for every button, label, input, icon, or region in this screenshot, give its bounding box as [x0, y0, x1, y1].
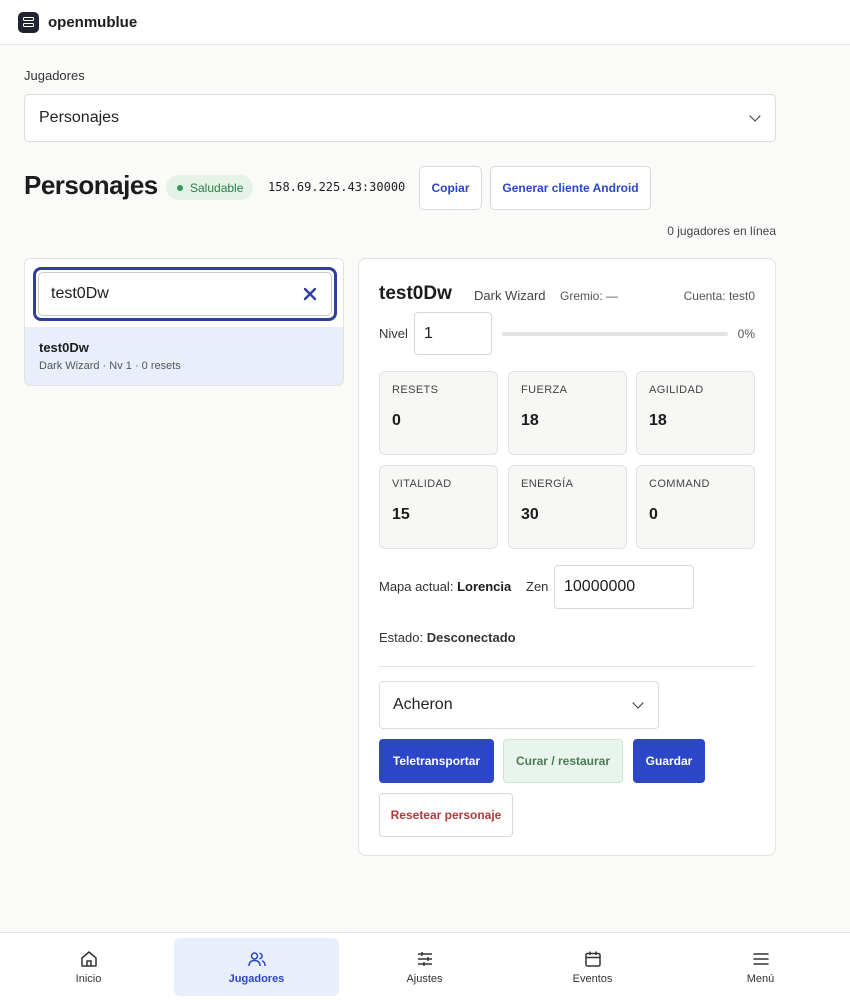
zen-label: Zen — [526, 579, 549, 594]
character-name: test0Dw — [379, 283, 452, 304]
stat-value: 15 — [392, 506, 410, 523]
stat-value: 0 — [392, 412, 401, 429]
users-icon — [247, 952, 266, 967]
character-guild: Gremio: — — [560, 289, 619, 303]
sliders-icon — [417, 952, 432, 966]
divider — [379, 666, 755, 667]
connection-state: Estado: Desconectado — [379, 630, 516, 645]
level-progress-text: 0% — [737, 327, 755, 341]
stat-card-agilidad: AGILIDAD 18 — [636, 371, 755, 455]
stat-label: AGILIDAD — [649, 384, 704, 396]
level-label: Nivel — [379, 326, 408, 341]
nav-item-jugadores[interactable]: Jugadores — [174, 938, 339, 996]
stat-value: 18 — [521, 412, 539, 429]
stat-value: 18 — [649, 412, 667, 429]
nav-item-inicio[interactable]: Inicio — [6, 938, 171, 996]
stat-card-resets: RESETS 0 — [379, 371, 498, 455]
home-icon — [80, 951, 97, 967]
status-dot-icon — [177, 184, 183, 191]
nav-label: Menú — [746, 973, 775, 985]
section-label: Jugadores — [24, 68, 85, 83]
server-address: 158.69.225.43:30000 — [268, 180, 406, 194]
character-detail-panel: test0Dw Dark Wizard Gremio: — Cuenta: te… — [358, 258, 776, 856]
menu-icon — [752, 953, 769, 965]
nav-item-eventos[interactable]: Eventos — [510, 938, 675, 996]
nav-label: Eventos — [572, 973, 613, 985]
stat-card-fuerza: FUERZA 18 — [508, 371, 627, 455]
search-focus-ring — [33, 267, 337, 321]
stat-card-command: COMMAND 0 — [636, 465, 755, 549]
character-account: Cuenta: test0 — [683, 289, 755, 303]
result-subtitle: Dark Wizard · Nv 1 · 0 resets — [39, 360, 181, 372]
list-item[interactable]: test0Dw Dark Wizard · Nv 1 · 0 resets — [25, 327, 343, 385]
stat-value: 0 — [649, 506, 658, 523]
nav-label: Inicio — [75, 973, 102, 985]
chevron-down-icon — [632, 697, 644, 709]
teleport-map-select[interactable]: Acheron — [379, 681, 659, 729]
save-button[interactable]: Guardar — [633, 739, 705, 783]
view-select[interactable]: Personajes — [24, 94, 776, 142]
nav-label: Ajustes — [406, 973, 443, 985]
character-class: Dark Wizard — [474, 288, 546, 303]
state-value: Desconectado — [426, 630, 516, 645]
level-progress-bar — [502, 332, 728, 336]
top-bar: openmublue — [0, 0, 850, 45]
current-map-label: Mapa actual: — [379, 579, 454, 594]
teleport-map-value: Acheron — [393, 696, 453, 713]
app-logo-icon — [18, 11, 39, 33]
character-search-panel: test0Dw Dark Wizard · Nv 1 · 0 resets — [24, 258, 344, 386]
stat-card-energia: ENERGÍA 30 — [508, 465, 627, 549]
search-input[interactable] — [51, 285, 291, 303]
calendar-icon — [584, 951, 601, 967]
search-field[interactable] — [38, 272, 332, 316]
generate-android-client-button[interactable]: Generar cliente Android — [490, 166, 651, 210]
stat-label: FUERZA — [521, 384, 568, 396]
stat-label: ENERGÍA — [521, 478, 574, 490]
stat-label: VITALIDAD — [392, 478, 452, 490]
clear-icon[interactable] — [303, 287, 317, 301]
level-input[interactable] — [414, 312, 492, 355]
state-label: Estado: — [379, 630, 424, 645]
current-map-value: Lorencia — [457, 579, 512, 594]
app-name: openmublue — [48, 13, 138, 31]
view-select-value: Personajes — [39, 109, 120, 126]
nav-item-menu[interactable]: Menú — [678, 938, 843, 996]
page-title: Personajes — [24, 170, 158, 200]
stat-value: 30 — [521, 506, 539, 523]
result-name: test0Dw — [39, 340, 89, 355]
heal-button[interactable]: Curar / restaurar — [503, 739, 623, 783]
bottom-nav: Inicio Jugadores Ajustes Eventos Menú — [0, 932, 850, 1000]
teleport-button[interactable]: Teletransportar — [379, 739, 494, 783]
stat-label: RESETS — [392, 384, 439, 396]
nav-label: Jugadores — [228, 973, 285, 985]
status-text: Saludable — [190, 180, 244, 195]
copy-button[interactable]: Copiar — [419, 166, 482, 210]
zen-input[interactable] — [554, 565, 694, 609]
nav-item-ajustes[interactable]: Ajustes — [342, 938, 507, 996]
online-players-count: 0 jugadores en línea — [667, 224, 776, 238]
reset-character-button[interactable]: Resetear personaje — [379, 793, 513, 837]
chevron-down-icon — [749, 110, 761, 122]
status-badge: Saludable — [166, 175, 254, 200]
stat-label: COMMAND — [649, 478, 710, 490]
current-map: Mapa actual: Lorencia — [379, 579, 511, 594]
stat-card-vitalidad: VITALIDAD 15 — [379, 465, 498, 549]
